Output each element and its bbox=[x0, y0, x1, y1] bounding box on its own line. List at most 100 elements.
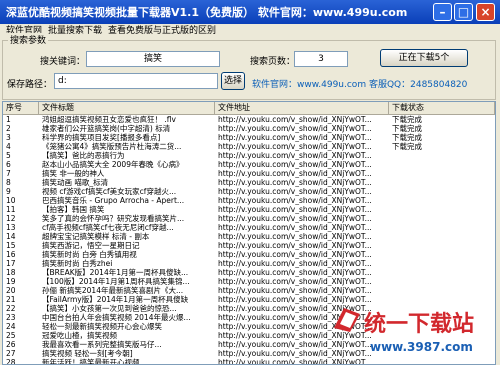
table-row[interactable]: 6 赵本山小品搞笑大全 2009年春晚《心病》 http://v.youku.com… bbox=[3, 160, 495, 169]
row-url-cell: http://v.youku.com/v_show/id_XNjYwOT... bbox=[218, 124, 372, 133]
col-header-no[interactable]: 序号 bbox=[3, 102, 39, 114]
row-url-cell: http://v.youku.com/v_show/id_XNjYwOT... bbox=[218, 160, 372, 169]
row-number-cell: 5 bbox=[6, 151, 11, 160]
row-url-cell: http://v.youku.com/v_show/id_XNjYwOT... bbox=[218, 241, 372, 250]
menu-item-batch-download[interactable]: 批量搜索下载 bbox=[48, 24, 102, 39]
table-row[interactable]: 2 雄家者们公开篮搞笑岗(中字超清) 标清 http://v.youku.com/v… bbox=[3, 124, 495, 133]
row-number-cell: 24 bbox=[6, 322, 16, 331]
row-number-cell: 27 bbox=[6, 349, 16, 358]
save-path-input[interactable]: d: bbox=[54, 73, 218, 89]
row-url-cell: http://v.youku.com/v_show/id_XNjYwOT... bbox=[218, 196, 372, 205]
row-title-cell: 搞笑视频 轻松一刻[考今朝] bbox=[42, 349, 133, 358]
row-number-cell: 16 bbox=[6, 250, 16, 259]
table-row[interactable]: 18 【BREAK版】2014年1月第一周杯具傻缺... http://v.youk… bbox=[3, 268, 495, 277]
row-number-cell: 21 bbox=[6, 295, 16, 304]
row-number-cell: 12 bbox=[6, 214, 16, 223]
close-button[interactable]: × bbox=[476, 3, 495, 21]
row-title-cell: 超牌宝宝记搞笑模样 标清 - 副本 bbox=[42, 232, 150, 241]
row-url-cell: http://v.youku.com/v_show/id_XNjYwOT... bbox=[218, 178, 372, 187]
table-row[interactable]: 19 【100版】2014年1月第1周杯具搞笑集锦... http://v.youk… bbox=[3, 277, 495, 286]
row-number-cell: 14 bbox=[6, 232, 16, 241]
table-row[interactable]: 17 搞笑新时尚 白秀zhei http://v.youku.com/v_show/… bbox=[3, 259, 495, 268]
row-number-cell: 20 bbox=[6, 286, 16, 295]
row-url-cell: http://v.youku.com/v_show/id_XNjYwOT... bbox=[218, 277, 372, 286]
row-number-cell: 11 bbox=[6, 205, 16, 214]
row-title-cell: 【搞笑】小女孩第一次见到爸爸的惊恐... bbox=[42, 304, 177, 313]
table-row[interactable]: 3 科学界的搞笑项目发奖[播报多看点] http://v.youku.com/v_s… bbox=[3, 133, 495, 142]
row-number-cell: 18 bbox=[6, 268, 16, 277]
row-number-cell: 25 bbox=[6, 331, 16, 340]
table-row[interactable]: 10 巴西搞笑音乐 - Grupo Arrocha - Apert... http:… bbox=[3, 196, 495, 205]
menu-bar: 软件官网 批量搜索下载 查看免费版与正式版的区别 bbox=[0, 24, 500, 39]
row-status-cell: 下载完成 bbox=[392, 124, 422, 133]
row-url-cell: http://v.youku.com/v_show/id_XNjYwOT... bbox=[218, 205, 372, 214]
keyword-input[interactable]: 搞笑 bbox=[86, 51, 220, 67]
window-title: 深蓝优酷视频搞笑视频批量下载器V1.1（免费版） 软件官网：www.499u.c… bbox=[6, 6, 408, 19]
row-number-cell: 17 bbox=[6, 259, 16, 268]
title-bar[interactable]: 深蓝优酷视频搞笑视频批量下载器V1.1（免费版） 软件官网：www.499u.c… bbox=[0, 0, 500, 24]
row-number-cell: 10 bbox=[6, 196, 16, 205]
row-title-cell: 【BREAK版】2014年1月第一周杯具傻缺... bbox=[42, 268, 189, 277]
download-button[interactable]: 正在下载5个 bbox=[380, 49, 468, 67]
row-number-cell: 23 bbox=[6, 313, 16, 322]
row-title-cell: 【FailArmy版】2014年1月第一周杯具傻缺 bbox=[42, 295, 189, 304]
browse-button[interactable]: 选择 bbox=[221, 72, 245, 90]
table-row[interactable]: 12 笑多了真的会怀孕吗？研究发现看搞笑片... http://v.youku.co… bbox=[3, 214, 495, 223]
row-title-cell: 轻松一刻最新搞笑视频开心会心爆笑 bbox=[42, 322, 162, 331]
table-row[interactable]: 1 鸿姐超逗搞笑视频丑女恋爱也疯狂！ .flv http://v.youku.com… bbox=[3, 115, 495, 124]
row-number-cell: 6 bbox=[6, 160, 11, 169]
site-info-text: 软件官网：www.499u.com 客服QQ：2485804820 bbox=[252, 80, 468, 90]
row-title-cell: 搞笑 非一般的神人 bbox=[42, 169, 105, 178]
table-row[interactable]: 11 【拍客】韩国 搞笑 http://v.youku.com/v_show/id_… bbox=[3, 205, 495, 214]
row-title-cell: 笑多了真的会怀孕吗？研究发现看搞笑片... bbox=[42, 214, 185, 223]
row-title-cell: 鸿姐超逗搞笑视频丑女恋爱也疯狂！ .flv bbox=[42, 115, 176, 124]
row-status-cell: 下载完成 bbox=[392, 133, 422, 142]
row-number-cell: 13 bbox=[6, 223, 16, 232]
col-header-title[interactable]: 文件标题 bbox=[39, 102, 215, 114]
table-row[interactable]: 4 《笼猪公寓4》搞笑版预告片杜海涛二货... http://v.youku.com… bbox=[3, 142, 495, 151]
row-title-cell: 搞笑新时尚 白秀zhei bbox=[42, 259, 113, 268]
row-url-cell: http://v.youku.com/v_show/id_XNjYwOT... bbox=[218, 259, 372, 268]
row-url-cell: http://v.youku.com/v_show/id_XNjYwOT... bbox=[218, 151, 372, 160]
search-params-label: 搜索参数 bbox=[8, 33, 49, 46]
table-row[interactable]: 9 视频 cf游戏cf搞笑cf美女玩家cf穿越火... http://v.youku… bbox=[3, 187, 495, 196]
row-number-cell: 26 bbox=[6, 340, 16, 349]
row-title-cell: 新年活跃！搞笑最新开心视频... bbox=[42, 358, 147, 365]
col-header-url[interactable]: 文件地址 bbox=[215, 102, 389, 114]
row-url-cell: http://v.youku.com/v_show/id_XNjYwOT... bbox=[218, 286, 372, 295]
row-url-cell: http://v.youku.com/v_show/id_XNjYwOT... bbox=[218, 250, 372, 259]
row-number-cell: 15 bbox=[6, 241, 16, 250]
table-header: 序号 文件标题 文件地址 下载状态 bbox=[3, 102, 495, 115]
table-row[interactable]: 20 孙俪 新搞笑2014年最新搞笑喜剧片《大... http://v.youku.… bbox=[3, 286, 495, 295]
row-number-cell: 7 bbox=[6, 169, 11, 178]
row-status-cell: 下载完成 bbox=[392, 115, 422, 124]
row-url-cell: http://v.youku.com/v_show/id_XNjYwOT... bbox=[218, 133, 372, 142]
col-header-status[interactable]: 下载状态 bbox=[389, 102, 495, 114]
maximize-button[interactable]: □ bbox=[454, 3, 473, 21]
row-title-cell: 孙俪 新搞笑2014年最新搞笑喜剧片《大... bbox=[42, 286, 184, 295]
row-status-cell: 下载完成 bbox=[392, 142, 422, 151]
pages-input[interactable]: 3 bbox=[294, 51, 348, 67]
row-title-cell: 【搞笑】爸比的恶搞行为 bbox=[42, 151, 125, 160]
row-url-cell: http://v.youku.com/v_show/id_XNjYwOT... bbox=[218, 232, 372, 241]
table-row[interactable]: 5 【搞笑】爸比的恶搞行为 http://v.youku.com/v_show/id… bbox=[3, 151, 495, 160]
row-number-cell: 22 bbox=[6, 304, 16, 313]
pages-label: 搜索页数： bbox=[250, 57, 296, 67]
row-title-cell: 科学界的搞笑项目发奖[播报多看点] bbox=[42, 133, 161, 142]
keyword-label: 搜关键词： bbox=[40, 57, 86, 67]
table-row[interactable]: 15 搞笑西游记，悟空一星期日记 http://v.youku.com/v_show… bbox=[3, 241, 495, 250]
row-number-cell: 19 bbox=[6, 277, 16, 286]
table-row[interactable]: 16 搞笑新时尚 白旁 白秀镇用视 http://v.youku.com/v_sho… bbox=[3, 250, 495, 259]
menu-item-version-compare[interactable]: 查看免费版与正式版的区别 bbox=[108, 24, 216, 39]
watermark-logo: 统一下载站 www.3987.com bbox=[330, 300, 498, 362]
table-row[interactable]: 8 搞笑动画 喵歌_标清 http://v.youku.com/v_show/id_… bbox=[3, 178, 495, 187]
watermark-emblem-icon bbox=[334, 308, 360, 332]
row-title-cell: 《笼猪公寓4》搞笑版预告片杜海涛二货... bbox=[42, 142, 182, 151]
row-title-cell: 【100版】2014年1月第1周杯具搞笑集锦... bbox=[42, 277, 190, 286]
minimize-button[interactable]: – bbox=[433, 3, 452, 21]
row-number-cell: 4 bbox=[6, 142, 11, 151]
table-row[interactable]: 13 cf高手视频cf搞笑cf七夜无尼闭cf穿越... http://v.youku… bbox=[3, 223, 495, 232]
table-row[interactable]: 7 搞笑 非一般的神人 http://v.youku.com/v_show/id_X… bbox=[3, 169, 495, 178]
table-row[interactable]: 14 超牌宝宝记搞笑模样 标清 - 副本 http://v.youku.com/v_… bbox=[3, 232, 495, 241]
row-url-cell: http://v.youku.com/v_show/id_XNjYwOT... bbox=[218, 268, 372, 277]
